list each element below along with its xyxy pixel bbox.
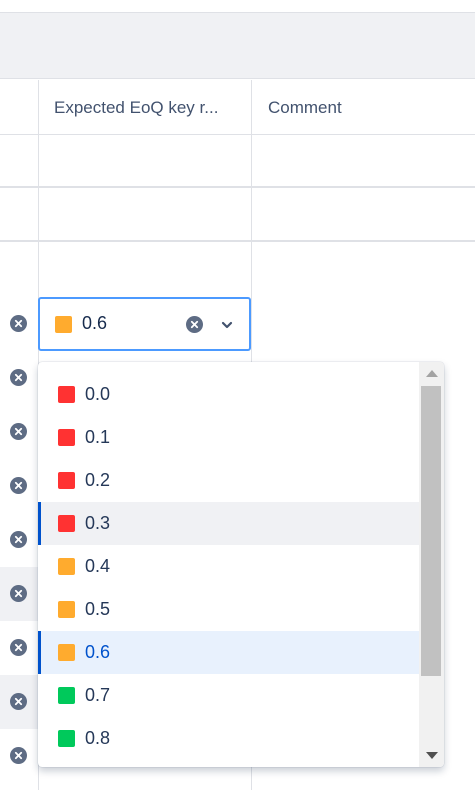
option-label: 0.5 xyxy=(85,599,111,619)
option-label: 0.8 xyxy=(85,728,111,748)
clear-icon[interactable] xyxy=(10,747,27,764)
clear-icon[interactable] xyxy=(10,531,27,548)
option-indicator-bar xyxy=(38,631,41,674)
page: Expected EoQ key r... Comment 0.6 0.0 0.1… xyxy=(0,0,475,790)
chevron-down-icon[interactable] xyxy=(220,318,234,332)
option-item[interactable]: 0.5 xyxy=(38,588,419,631)
color-swatch xyxy=(58,558,75,575)
clear-icon[interactable] xyxy=(10,585,27,602)
option-label: 0.1 xyxy=(85,427,111,447)
option-label: 0.4 xyxy=(85,556,111,576)
option-item[interactable]: 0.1 xyxy=(38,416,419,459)
column-header-comment[interactable]: Comment xyxy=(268,80,468,135)
dropdown-menu: 0.0 0.1 0.2 0.3 0.4 0.5 0.6 0.7 0.8 xyxy=(38,362,444,767)
clear-icon[interactable] xyxy=(186,316,203,333)
option-item[interactable]: 0.8 xyxy=(38,717,419,760)
row-divider xyxy=(0,186,475,188)
color-swatch xyxy=(58,601,75,618)
clear-icon[interactable] xyxy=(10,639,27,656)
toolbar-band xyxy=(0,13,475,79)
clear-icon[interactable] xyxy=(10,315,27,332)
color-swatch xyxy=(58,515,75,532)
clear-icon[interactable] xyxy=(10,369,27,386)
option-item[interactable]: 0.6 xyxy=(38,631,419,674)
option-label: 0.3 xyxy=(85,513,111,533)
scrollbar[interactable] xyxy=(419,362,444,767)
color-swatch xyxy=(55,316,72,333)
option-label: 0.7 xyxy=(85,685,111,705)
scroll-up-arrow-icon[interactable] xyxy=(426,370,438,377)
option-label: 0.0 xyxy=(85,384,111,404)
option-item[interactable]: 0.7 xyxy=(38,674,419,717)
option-item[interactable]: 0.2 xyxy=(38,459,419,502)
color-swatch xyxy=(58,386,75,403)
option-list: 0.0 0.1 0.2 0.3 0.4 0.5 0.6 0.7 0.8 xyxy=(38,373,419,760)
color-swatch xyxy=(58,687,75,704)
color-swatch xyxy=(58,730,75,747)
option-label: 0.6 xyxy=(85,642,111,662)
color-swatch xyxy=(58,472,75,489)
color-swatch xyxy=(58,644,75,661)
clear-icon[interactable] xyxy=(10,423,27,440)
option-item[interactable]: 0.0 xyxy=(38,373,419,416)
color-swatch xyxy=(58,429,75,446)
scroll-thumb[interactable] xyxy=(421,386,441,676)
eoq-select[interactable]: 0.6 xyxy=(38,297,251,351)
option-item[interactable]: 0.4 xyxy=(38,545,419,588)
column-header-expected-eoq[interactable]: Expected EoQ key r... xyxy=(54,80,244,135)
clear-icon[interactable] xyxy=(10,693,27,710)
row-divider xyxy=(0,240,475,242)
option-item[interactable]: 0.3 xyxy=(38,502,419,545)
select-value: 0.6 xyxy=(82,313,108,333)
option-label: 0.2 xyxy=(85,470,111,490)
clear-icon[interactable] xyxy=(10,477,27,494)
scroll-down-arrow-icon[interactable] xyxy=(426,752,438,759)
option-indicator-bar xyxy=(38,502,41,545)
